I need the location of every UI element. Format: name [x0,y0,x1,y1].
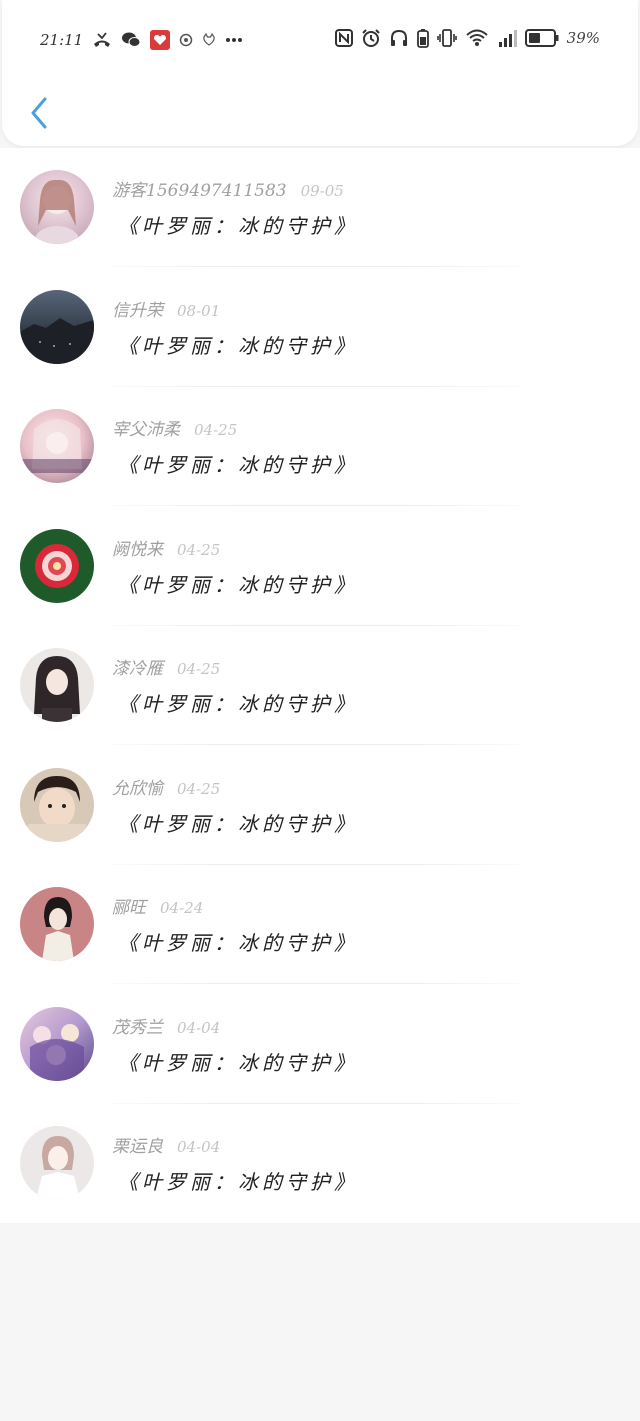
comment-title: 《叶罗丽：冰的守护》 [118,1170,358,1194]
comment-meta: 茂秀兰 04-04 [112,1013,220,1038]
avatar[interactable] [20,887,94,961]
list-item[interactable]: 阙悦来 04-25 《叶罗丽：冰的守护》 [0,507,640,627]
list-item[interactable]: 允欣愉 04-25 《叶罗丽：冰的守护》 [0,746,640,866]
username: 茂秀兰 [112,1017,163,1038]
avatar[interactable] [20,528,94,603]
comment-date: 04-25 [177,540,221,559]
comment-meta: 郦旺 04-24 [112,893,203,918]
back-button[interactable] [22,93,56,133]
avatar[interactable] [20,648,94,722]
comment-meta: 游客15694974115​83 09-05 [112,176,344,201]
comment-title: 《叶罗丽：冰的守护》 [118,931,358,955]
comment-date: 08-01 [177,301,221,320]
username: 允欣愉 [112,778,163,799]
chevron-left-icon [31,97,47,129]
username: 郦旺 [112,898,146,918]
comment-title: 《叶罗丽：冰的守护》 [118,572,358,597]
avatar[interactable] [20,767,94,842]
comment-meta: 信升荣 08-01 [112,296,220,321]
avatar[interactable] [20,1126,94,1200]
missed-call-icon [92,31,112,49]
wifi-icon [465,28,489,48]
cat-app-icon [202,33,216,47]
comment-date: 04-04 [177,1138,221,1156]
comment-title: 《叶罗丽：冰的守护》 [118,1050,358,1075]
username: 信升荣 [112,300,163,321]
list-item[interactable]: 栗运良 04-04 《叶罗丽：冰的守护》 [0,1104,640,1224]
comment-title: 《叶罗丽：冰的守护》 [118,214,358,238]
list-item[interactable]: 茂秀兰 04-04 《叶罗丽：冰的守护》 [0,985,640,1105]
comment-meta: 阙悦来 04-25 [112,535,220,560]
username: 宰父沛柔 [112,420,180,440]
camera-app-icon [179,33,193,47]
comment-meta: 允欣愉 04-25 [112,774,220,799]
username: 游客15694974115​83 [112,181,287,201]
username: 阙悦来 [112,539,163,560]
app-icon [150,30,171,50]
status-bar: 21:11 39% [2,24,638,56]
nfc-icon [334,29,353,47]
comment-date: 04-25 [177,660,221,678]
signal-icon [497,28,517,48]
avatar[interactable] [20,409,94,483]
list-item[interactable]: 漆冷雁 04-25 《叶罗丽：冰的守护》 [0,626,640,746]
battery-icon [524,29,559,47]
avatar[interactable] [20,289,94,364]
comment-title: 《叶罗丽：冰的守护》 [118,811,358,836]
comment-title: 《叶罗丽：冰的守护》 [118,453,358,477]
avatar[interactable] [20,170,94,244]
comment-list: 游客15694974115​83 09-05 《叶罗丽：冰的守护》 信升荣 08-0… [0,148,640,1223]
headphones-icon [389,28,409,48]
alarm-icon [361,28,381,48]
battery-saver-icon [416,28,429,48]
wechat-icon [121,31,141,49]
avatar[interactable] [20,1006,94,1081]
vibrate-icon [436,28,457,48]
comment-date: 04-04 [177,1018,221,1037]
comment-meta: 栗运良 04-04 [112,1132,220,1157]
comment-title: 《叶罗丽：冰的守护》 [118,692,358,716]
comment-meta: 漆冷雁 04-25 [112,654,220,679]
username: 漆冷雁 [112,659,163,679]
more-dots-icon [225,37,243,43]
list-item[interactable]: 宰父沛柔 04-25 《叶罗丽：冰的守护》 [0,387,640,507]
header-bar: 21:11 39% [2,0,638,146]
comment-title: 《叶罗丽：冰的守护》 [118,333,358,358]
battery-percent: 39% [566,29,600,47]
list-item[interactable]: 郦旺 04-24 《叶罗丽：冰的守护》 [0,865,640,985]
comment-meta: 宰父沛柔 04-25 [112,415,237,440]
comment-date: 04-24 [160,899,204,917]
comment-date: 09-05 [300,182,344,200]
username: 栗运良 [112,1137,163,1157]
comment-date: 04-25 [194,421,238,439]
comment-date: 04-25 [177,779,221,798]
list-item[interactable]: 游客15694974115​83 09-05 《叶罗丽：冰的守护》 [0,148,640,268]
list-item[interactable]: 信升荣 08-01 《叶罗丽：冰的守护》 [0,268,640,388]
status-time: 21:11 [40,31,84,49]
